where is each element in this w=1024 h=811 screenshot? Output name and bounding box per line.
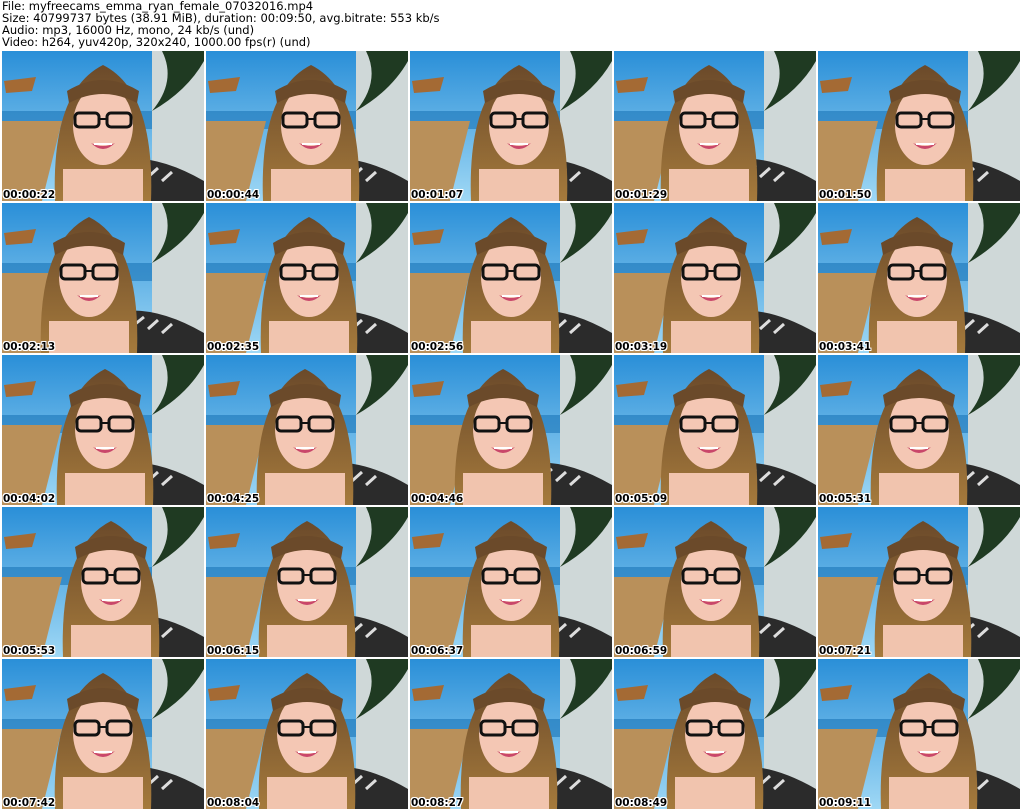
video-thumbnail: 00:02:56 [410,203,612,353]
video-thumbnail: 00:01:29 [614,51,816,201]
thumbnail-timestamp: 00:00:44 [207,189,260,201]
webcam-frame-image [410,51,612,201]
video-thumbnail: 00:02:13 [2,203,204,353]
webcam-frame-image [818,659,1020,809]
webcam-frame-image [818,507,1020,657]
video-thumbnail: 00:00:22 [2,51,204,201]
thumbnail-timestamp: 00:02:35 [207,341,260,353]
video-thumbnail: 00:08:04 [206,659,408,809]
video-thumbnail: 00:03:41 [818,203,1020,353]
thumbnail-timestamp: 00:07:21 [819,645,872,657]
video-thumbnail: 00:03:19 [614,203,816,353]
video-thumbnail: 00:06:15 [206,507,408,657]
webcam-frame-image [2,659,204,809]
video-thumbnail: 00:05:53 [2,507,204,657]
video-thumbnail: 00:05:31 [818,355,1020,505]
webcam-frame-image [410,659,612,809]
thumbnail-timestamp: 00:01:50 [819,189,872,201]
webcam-frame-image [410,203,612,353]
video-info-line: Video: h264, yuv420p, 320x240, 1000.00 f… [2,35,311,49]
video-thumbnail: 00:05:09 [614,355,816,505]
webcam-frame-image [614,355,816,505]
thumbnail-timestamp: 00:03:41 [819,341,872,353]
webcam-frame-image [2,203,204,353]
video-thumbnail: 00:02:35 [206,203,408,353]
webcam-frame-image [2,355,204,505]
video-thumbnail: 00:09:11 [818,659,1020,809]
webcam-frame-image [206,203,408,353]
webcam-frame-image [206,51,408,201]
thumbnail-timestamp: 00:06:37 [411,645,464,657]
video-thumbnail: 00:07:42 [2,659,204,809]
webcam-frame-image [2,51,204,201]
video-thumbnail: 00:01:50 [818,51,1020,201]
thumbnail-timestamp: 00:03:19 [615,341,668,353]
thumbnail-timestamp: 00:02:13 [3,341,56,353]
webcam-frame-image [818,51,1020,201]
thumbnail-timestamp: 00:05:53 [3,645,56,657]
video-thumbnail: 00:07:21 [818,507,1020,657]
thumbnail-timestamp: 00:00:22 [3,189,56,201]
webcam-frame-image [818,355,1020,505]
webcam-frame-image [206,659,408,809]
thumbnail-timestamp: 00:08:27 [411,797,464,809]
thumbnail-timestamp: 00:09:11 [819,797,872,809]
file-info-header: File: myfreecams_emma_ryan_female_070320… [2,0,440,48]
webcam-frame-image [614,203,816,353]
video-thumbnail: 00:08:49 [614,659,816,809]
video-thumbnail: 00:06:37 [410,507,612,657]
webcam-frame-image [206,507,408,657]
video-thumbnail: 00:00:44 [206,51,408,201]
video-thumbnail: 00:04:46 [410,355,612,505]
thumbnail-timestamp: 00:06:59 [615,645,668,657]
thumbnail-timestamp: 00:08:49 [615,797,668,809]
thumbnail-timestamp: 00:04:46 [411,493,464,505]
webcam-frame-image [206,355,408,505]
thumbnail-timestamp: 00:08:04 [207,797,260,809]
thumbnail-timestamp: 00:04:02 [3,493,56,505]
thumbnail-timestamp: 00:01:29 [615,189,668,201]
thumbnail-timestamp: 00:06:15 [207,645,260,657]
webcam-frame-image [410,355,612,505]
webcam-frame-image [2,507,204,657]
webcam-frame-image [818,203,1020,353]
thumbnail-timestamp: 00:07:42 [3,797,56,809]
video-thumbnail: 00:04:25 [206,355,408,505]
thumbnail-grid: 00:00:22 00:00:44 00:01:07 00:01:29 00:01:50… [2,51,1020,809]
webcam-frame-image [410,507,612,657]
video-thumbnail: 00:04:02 [2,355,204,505]
webcam-frame-image [614,507,816,657]
thumbnail-timestamp: 00:04:25 [207,493,260,505]
thumbnail-timestamp: 00:01:07 [411,189,464,201]
webcam-frame-image [614,659,816,809]
thumbnail-timestamp: 00:02:56 [411,341,464,353]
video-thumbnail: 00:01:07 [410,51,612,201]
thumbnail-timestamp: 00:05:31 [819,493,872,505]
webcam-frame-image [614,51,816,201]
thumbnail-timestamp: 00:05:09 [615,493,668,505]
video-thumbnail: 00:06:59 [614,507,816,657]
video-thumbnail: 00:08:27 [410,659,612,809]
